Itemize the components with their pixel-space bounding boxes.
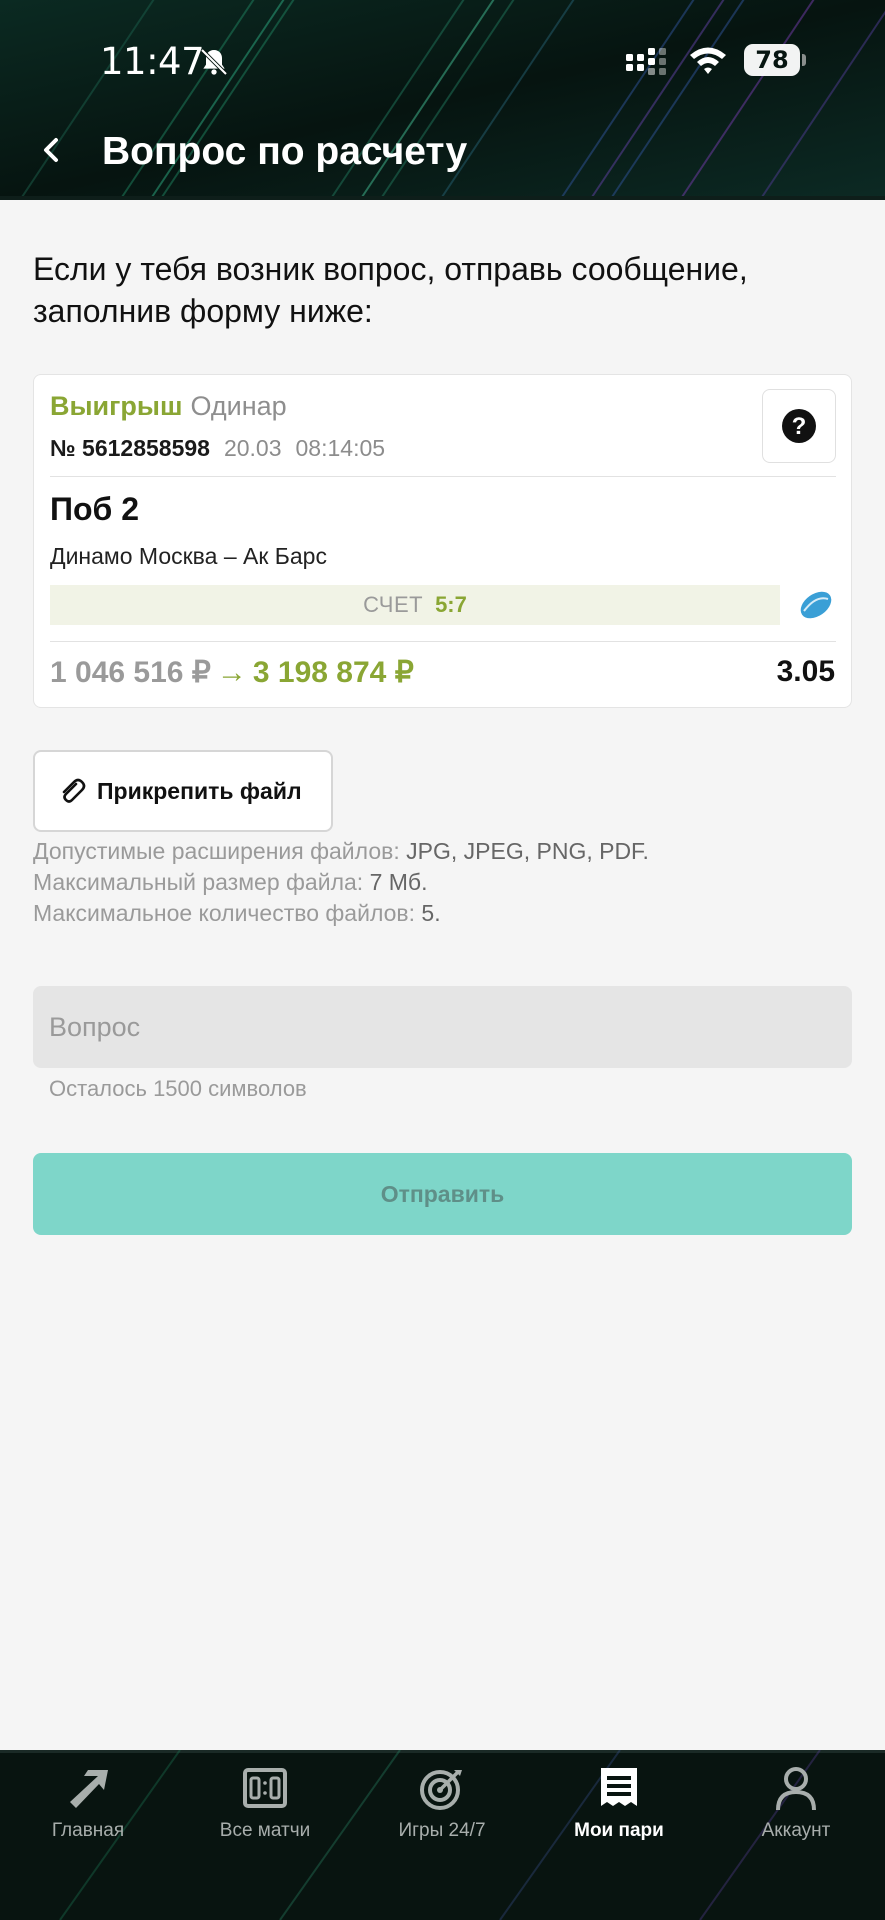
status-time: 11:47 bbox=[100, 40, 205, 83]
bottom-nav: Главная Все матчи Игры 24/7 Мои пари Акк… bbox=[0, 1750, 885, 1920]
bet-card: Выигрыш Одинар № 5612858598 20.03 08:14:05 … bbox=[33, 374, 852, 708]
scoreboard-icon bbox=[243, 1768, 287, 1808]
attach-file-label: Прикрепить файл bbox=[97, 777, 302, 804]
wifi-icon bbox=[690, 47, 726, 74]
nav-item-account[interactable]: Аккаунт bbox=[711, 1762, 881, 1862]
bet-outcome: Поб 2 bbox=[50, 491, 139, 527]
nav-label: Главная bbox=[51, 1820, 125, 1841]
user-icon bbox=[776, 1767, 816, 1811]
nav-item-home[interactable]: Главная bbox=[3, 1762, 173, 1862]
match-name: Динамо Москва – Ак Барс bbox=[50, 543, 327, 569]
nav-label: Игры 24/7 bbox=[398, 1820, 486, 1841]
score-label: СЧЕТ bbox=[363, 592, 424, 617]
status-bar: 11:47 78 bbox=[0, 38, 885, 84]
cellular-signal-icon bbox=[626, 48, 666, 75]
nav-item-my-bets[interactable]: Мои пари bbox=[534, 1762, 704, 1862]
chars-left-counter: Осталось 1500 символов bbox=[49, 1076, 307, 1101]
receipt-icon bbox=[601, 1768, 637, 1806]
bet-result-label: Выигрыш bbox=[50, 391, 183, 421]
file-rules: Допустимые расширения файлов: JPG, JPEG,… bbox=[33, 836, 649, 929]
card-divider bbox=[50, 476, 836, 477]
file-size-rule: Максимальный размер файла: 7 Мб. bbox=[33, 869, 428, 895]
card-divider bbox=[50, 641, 836, 642]
app-header: 11:47 78 Вопрос по расчету bbox=[0, 0, 885, 200]
stake-amount: 1 046 516 ₽ bbox=[50, 656, 211, 689]
paperclip-icon bbox=[62, 778, 86, 803]
page-title: Вопрос по расчету bbox=[102, 130, 468, 173]
svg-text:?: ? bbox=[792, 413, 807, 440]
hockey-puck-icon bbox=[800, 591, 832, 619]
bet-date: 20.03 bbox=[223, 435, 282, 461]
submit-button[interactable]: Отправить bbox=[33, 1153, 852, 1235]
nav-label: Аккаунт bbox=[761, 1820, 831, 1841]
battery-level: 78 bbox=[755, 46, 789, 74]
nav-label: Все матчи bbox=[219, 1820, 311, 1841]
nav-item-games[interactable]: Игры 24/7 bbox=[357, 1762, 527, 1862]
question-circle-icon: ? bbox=[782, 409, 816, 443]
nav-item-all-matches[interactable]: Все матчи bbox=[180, 1762, 350, 1862]
score-value: 5:7 bbox=[435, 592, 467, 617]
amount-row: 1 046 516 ₽ → 3 198 874 ₽ bbox=[50, 655, 414, 690]
arrow-right-icon: → bbox=[216, 656, 247, 689]
payout-amount: 3 198 874 ₽ bbox=[252, 656, 414, 689]
score-bar: СЧЕТ 5:7 bbox=[50, 585, 780, 625]
attach-file-button[interactable]: Прикрепить файл bbox=[33, 750, 333, 832]
bell-muted-icon bbox=[200, 48, 228, 76]
help-button[interactable]: ? bbox=[762, 389, 836, 463]
bet-status-line: Выигрыш Одинар bbox=[50, 391, 287, 422]
intro-text: Если у тебя возник вопрос, отправь сообщ… bbox=[33, 251, 748, 329]
nav-label: Мои пари bbox=[574, 1820, 664, 1841]
back-arrow-icon[interactable] bbox=[30, 128, 74, 172]
home-arrow-icon bbox=[70, 1770, 108, 1808]
bet-type-label: Одинар bbox=[190, 391, 287, 421]
target-icon bbox=[420, 1770, 462, 1810]
battery-indicator: 78 bbox=[744, 44, 806, 76]
file-count-rule: Максимальное количество файлов: 5. bbox=[33, 900, 441, 926]
question-input[interactable] bbox=[33, 986, 852, 1068]
bet-time: 08:14:05 bbox=[295, 435, 386, 461]
bet-meta: № 5612858598 20.03 08:14:05 bbox=[50, 435, 385, 462]
bet-odds: 3.05 bbox=[776, 655, 835, 688]
bet-number: № 5612858598 bbox=[50, 435, 210, 461]
file-extensions-rule: Допустимые расширения файлов: JPG, JPEG,… bbox=[33, 838, 649, 864]
